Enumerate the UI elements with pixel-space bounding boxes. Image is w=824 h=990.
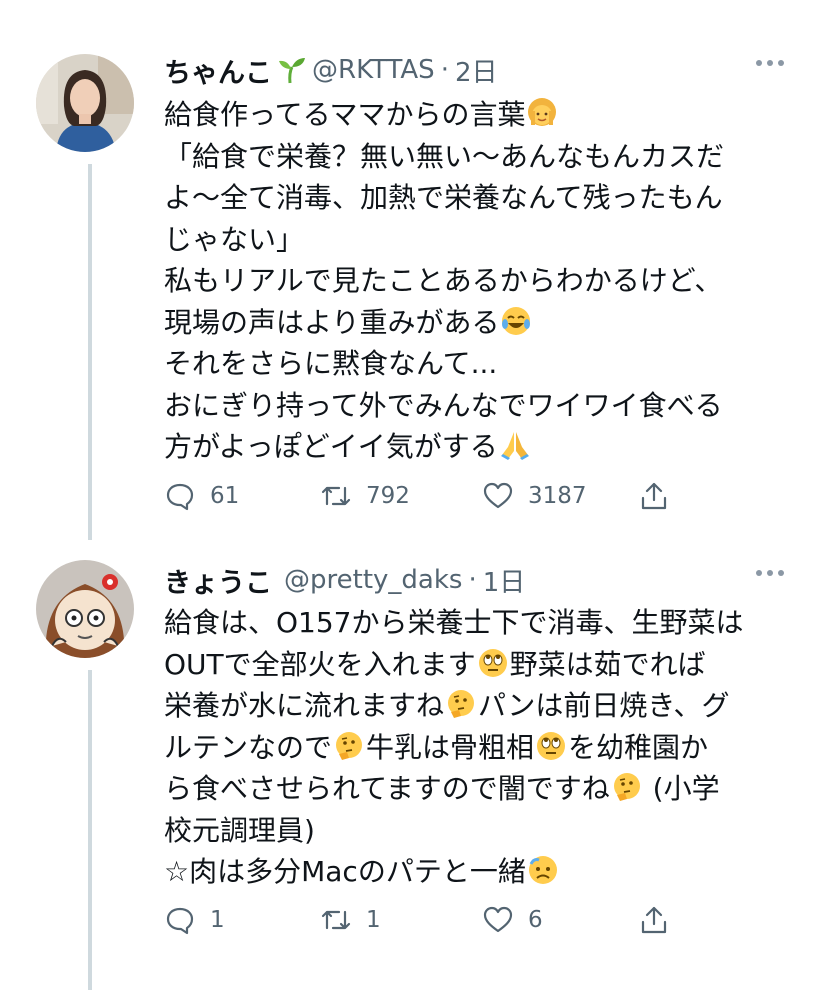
- tweet-line: ☆肉は多分Macのパテと一緒: [164, 855, 526, 888]
- reply-count: 61: [210, 483, 240, 509]
- thinking-emoji: [611, 771, 643, 803]
- retweet-button[interactable]: 792: [320, 480, 410, 512]
- thinking-emoji: [445, 688, 477, 720]
- tweet-line: 給食作ってるママからの言葉: [164, 98, 526, 131]
- like-button[interactable]: 3187: [482, 480, 587, 512]
- thread-line: [88, 670, 92, 990]
- avatar[interactable]: [36, 54, 134, 152]
- reply-count: 1: [210, 907, 225, 933]
- tweet-line: 現場の声はより重みがある: [164, 305, 500, 339]
- tweet-line: おにぎり持って外でみんなでワイワイ食べる: [164, 388, 723, 422]
- user-handle[interactable]: @pretty_daks: [284, 565, 462, 595]
- avatar[interactable]: [36, 560, 134, 658]
- like-count: 3187: [528, 483, 587, 509]
- display-name[interactable]: きょうこ: [164, 561, 272, 600]
- tweet-header: ちゃんこ @RKTTAS · 2日: [164, 51, 784, 90]
- tweet-line: 方がよっぽどイイ気がする: [164, 430, 498, 463]
- thinking-emoji: [333, 730, 365, 762]
- like-button[interactable]: 6: [482, 904, 543, 936]
- thread-line: [88, 164, 92, 540]
- folded-hands-emoji: [499, 429, 531, 461]
- tweet-line: (小学: [652, 772, 720, 805]
- share-icon: [641, 482, 667, 510]
- separator-dot: ·: [440, 55, 449, 85]
- tweet-line: じゃない」: [164, 222, 305, 256]
- like-count: 6: [528, 907, 543, 933]
- share-icon: [641, 906, 667, 934]
- tweet-actions: 61 792 3187: [164, 480, 684, 520]
- tweet-line: OUTで全部火を入れます: [164, 647, 476, 681]
- tweet-actions: 1 1 6: [164, 904, 684, 944]
- tweet[interactable]: きょうこ @pretty_daks · 1日 給食は、O157から栄養士下で消毒…: [0, 550, 824, 990]
- tweet-line: ルテンなので: [164, 730, 333, 764]
- tweet-header: きょうこ @pretty_daks · 1日: [164, 561, 784, 600]
- timestamp[interactable]: 1日: [483, 562, 526, 599]
- retweet-icon: [321, 910, 351, 930]
- like-icon: [483, 906, 513, 933]
- seedling-icon: [276, 55, 306, 85]
- reply-icon: [166, 907, 194, 935]
- tweet-line: 給食は、O157から栄養士下で消毒、生野菜は: [164, 606, 744, 639]
- tweet-line: パンは前日焼き、グ: [478, 689, 730, 722]
- tweet-line: 私もリアルで見たことあるからわかるけど、: [164, 264, 723, 297]
- tweet-line: 校元調理員): [164, 813, 315, 847]
- more-icon[interactable]: [756, 570, 784, 576]
- tweet-line: 野菜は茹でれば: [509, 647, 706, 681]
- tweet-text: 給食作ってるママからの言葉 「給食で栄養？無い無い〜あんなもんカスだ よ〜全て消…: [164, 94, 786, 468]
- like-icon: [483, 482, 513, 509]
- tweet-line: を幼稚園か: [568, 730, 709, 764]
- tweet[interactable]: ちゃんこ @RKTTAS · 2日 給食作ってるママからの言葉 「給食で栄養？無…: [0, 40, 824, 540]
- timestamp[interactable]: 2日: [455, 52, 498, 89]
- retweet-count: 1: [366, 907, 381, 933]
- tweet-line: 牛乳は骨粗相: [366, 730, 535, 764]
- tweet-line: よ〜全て消毒、加熱で栄養なんて残ったもん: [164, 181, 723, 214]
- tweet-text: 給食は、O157から栄養士下で消毒、生野菜は OUTで全部火を入れます 野菜は茹で…: [164, 602, 786, 893]
- tweet-line: ら食べさせられてますので闇ですね: [164, 772, 610, 805]
- display-name[interactable]: ちゃんこ: [164, 51, 272, 90]
- share-button[interactable]: [638, 480, 670, 512]
- more-icon[interactable]: [756, 60, 784, 66]
- tweet-line: 栄養が水に流れますね: [164, 689, 445, 722]
- separator-dot: ·: [468, 565, 477, 595]
- tweet-line: 「給食で栄養？無い無い〜あんなもんカスだ: [164, 139, 725, 173]
- reply-button[interactable]: 1: [164, 904, 225, 936]
- retweet-icon: [321, 486, 351, 506]
- retweet-button[interactable]: 1: [320, 904, 381, 936]
- user-handle[interactable]: @RKTTAS: [312, 55, 435, 85]
- reply-icon: [166, 483, 194, 511]
- reply-button[interactable]: 61: [164, 480, 239, 512]
- eye-roll-emoji: [535, 730, 567, 762]
- woman-emoji: [526, 97, 558, 129]
- share-button[interactable]: [638, 904, 670, 936]
- sad-sweat-emoji: [527, 854, 559, 886]
- tweet-line: それをさらに黙食なんて...: [164, 347, 498, 380]
- retweet-count: 792: [366, 483, 410, 509]
- tears-of-joy-emoji: [500, 305, 532, 337]
- eye-roll-emoji: [477, 647, 509, 679]
